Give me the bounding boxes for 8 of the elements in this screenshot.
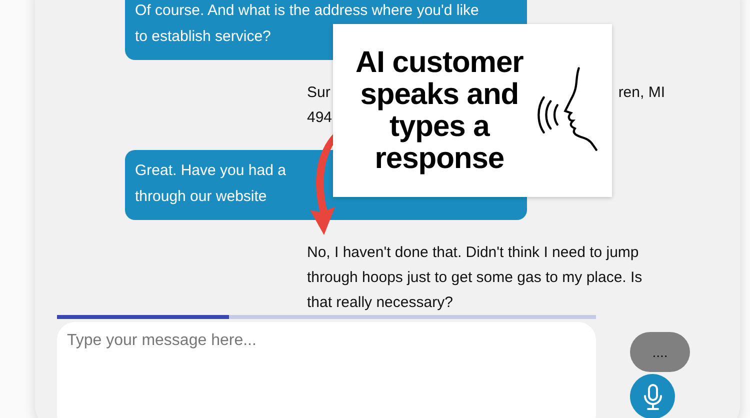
message-input[interactable]: Type your message here... [57, 322, 596, 418]
microphone-button[interactable] [630, 374, 675, 418]
microphone-icon [642, 384, 664, 410]
customer-message: No, I haven't done that. Didn't think I need to jump through hoops just to get some gas to my place. Is that really necessary? [307, 243, 644, 313]
typing-indicator: .... [630, 332, 690, 372]
message-text: Sur [307, 83, 330, 103]
message-text: 494 [307, 108, 332, 128]
message-text: ren, MI [618, 83, 665, 103]
